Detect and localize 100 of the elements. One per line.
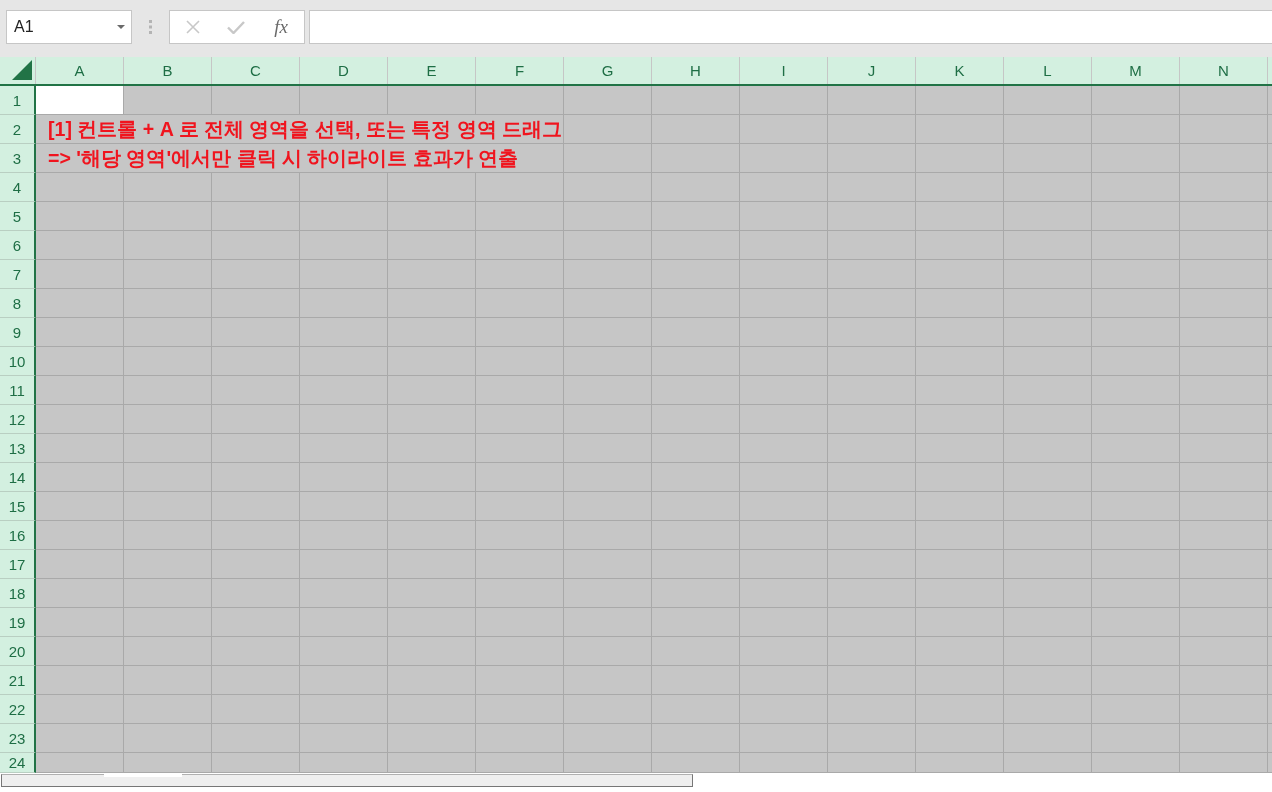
sheet-cell[interactable] [564, 608, 652, 637]
name-box[interactable]: A1 [6, 10, 132, 44]
sheet-cell[interactable] [36, 202, 124, 231]
row-header[interactable]: 15 [0, 492, 36, 521]
sheet-cell[interactable] [740, 753, 828, 773]
sheet-cell[interactable] [740, 434, 828, 463]
sheet-cell[interactable] [300, 608, 388, 637]
sheet-cell[interactable] [1180, 579, 1268, 608]
sheet-cell[interactable] [300, 753, 388, 773]
sheet-cell[interactable] [828, 289, 916, 318]
column-header[interactable]: K [916, 57, 1004, 84]
sheet-cell[interactable] [828, 724, 916, 753]
sheet-cell[interactable] [388, 289, 476, 318]
sheet-cell[interactable] [652, 376, 740, 405]
row-header[interactable]: 7 [0, 260, 36, 289]
sheet-cell[interactable] [212, 405, 300, 434]
sheet-cell[interactable] [124, 521, 212, 550]
sheet-cell[interactable] [388, 695, 476, 724]
sheet-cell[interactable] [828, 115, 916, 144]
sheet-cell[interactable] [124, 724, 212, 753]
formula-input[interactable] [309, 10, 1272, 44]
row-header[interactable]: 14 [0, 463, 36, 492]
sheet-cell[interactable] [652, 289, 740, 318]
sheet-cell[interactable] [1180, 260, 1268, 289]
sheet-cell[interactable] [1092, 289, 1180, 318]
sheet-cell[interactable] [1004, 405, 1092, 434]
sheet-cell[interactable] [916, 434, 1004, 463]
sheet-cell[interactable] [300, 405, 388, 434]
sheet-cell[interactable] [476, 318, 564, 347]
sheet-cell[interactable] [828, 463, 916, 492]
sheet-cell[interactable] [388, 318, 476, 347]
sheet-cell[interactable] [124, 86, 212, 115]
sheet-cell[interactable] [1004, 579, 1092, 608]
sheet-cell[interactable] [1180, 753, 1268, 773]
sheet-cell[interactable] [388, 492, 476, 521]
sheet-cell[interactable] [36, 260, 124, 289]
sheet-cell[interactable] [652, 260, 740, 289]
sheet-cell[interactable] [1180, 173, 1268, 202]
sheet-cell[interactable] [916, 753, 1004, 773]
sheet-cell[interactable] [652, 637, 740, 666]
sheet-cell[interactable] [1092, 724, 1180, 753]
sheet-cell[interactable] [388, 260, 476, 289]
row-header[interactable]: 5 [0, 202, 36, 231]
sheet-cell[interactable] [1180, 144, 1268, 173]
sheet-cell[interactable] [828, 753, 916, 773]
sheet-cell[interactable] [476, 434, 564, 463]
sheet-cell[interactable] [300, 521, 388, 550]
sheet-cell[interactable] [740, 260, 828, 289]
sheet-cell[interactable] [564, 550, 652, 579]
sheet-cell[interactable] [1180, 202, 1268, 231]
sheet-cell[interactable] [212, 289, 300, 318]
sheet-cell[interactable] [1004, 202, 1092, 231]
sheet-cell[interactable] [916, 608, 1004, 637]
sheet-cell[interactable] [1092, 608, 1180, 637]
sheet-cell[interactable] [212, 695, 300, 724]
column-header[interactable]: I [740, 57, 828, 84]
sheet-cell[interactable] [740, 724, 828, 753]
sheet-cell[interactable] [300, 173, 388, 202]
sheet-cell[interactable] [652, 579, 740, 608]
sheet-cell[interactable] [36, 434, 124, 463]
sheet-cell[interactable] [476, 347, 564, 376]
sheet-cell[interactable] [124, 231, 212, 260]
sheet-cell[interactable] [388, 173, 476, 202]
sheet-cell[interactable] [36, 173, 124, 202]
sheet-cell[interactable] [476, 231, 564, 260]
sheet-cell[interactable] [564, 289, 652, 318]
select-all-triangle-icon[interactable] [12, 60, 32, 80]
sheet-cell[interactable] [1004, 666, 1092, 695]
sheet-cell[interactable] [916, 347, 1004, 376]
column-header[interactable]: F [476, 57, 564, 84]
sheet-cell[interactable] [1180, 289, 1268, 318]
sheet-cell[interactable] [740, 115, 828, 144]
row-header[interactable]: 12 [0, 405, 36, 434]
sheet-cell[interactable] [916, 405, 1004, 434]
sheet-cell[interactable] [1180, 434, 1268, 463]
sheet-cell[interactable] [300, 202, 388, 231]
row-header[interactable]: 8 [0, 289, 36, 318]
sheet-cell[interactable] [212, 173, 300, 202]
sheet-cell[interactable] [476, 289, 564, 318]
sheet-cell[interactable] [36, 376, 124, 405]
column-header[interactable]: A [36, 57, 124, 84]
sheet-cell[interactable] [388, 231, 476, 260]
sheet-cell[interactable] [828, 695, 916, 724]
sheet-cell[interactable] [124, 318, 212, 347]
sheet-cell[interactable] [124, 608, 212, 637]
sheet-cell[interactable] [476, 550, 564, 579]
sheet-cell[interactable] [916, 86, 1004, 115]
sheet-cell[interactable] [476, 637, 564, 666]
sheet-cell[interactable] [36, 550, 124, 579]
sheet-cell[interactable] [212, 434, 300, 463]
sheet-cell[interactable] [828, 260, 916, 289]
sheet-cell[interactable] [916, 115, 1004, 144]
sheet-cell[interactable] [740, 289, 828, 318]
sheet-cell[interactable] [124, 492, 212, 521]
sheet-cell[interactable] [300, 347, 388, 376]
sheet-cell[interactable] [212, 376, 300, 405]
sheet-cell[interactable] [828, 86, 916, 115]
sheet-cell[interactable] [564, 86, 652, 115]
sheet-cell[interactable] [916, 550, 1004, 579]
horizontal-scroll-bar[interactable] [1, 774, 693, 787]
